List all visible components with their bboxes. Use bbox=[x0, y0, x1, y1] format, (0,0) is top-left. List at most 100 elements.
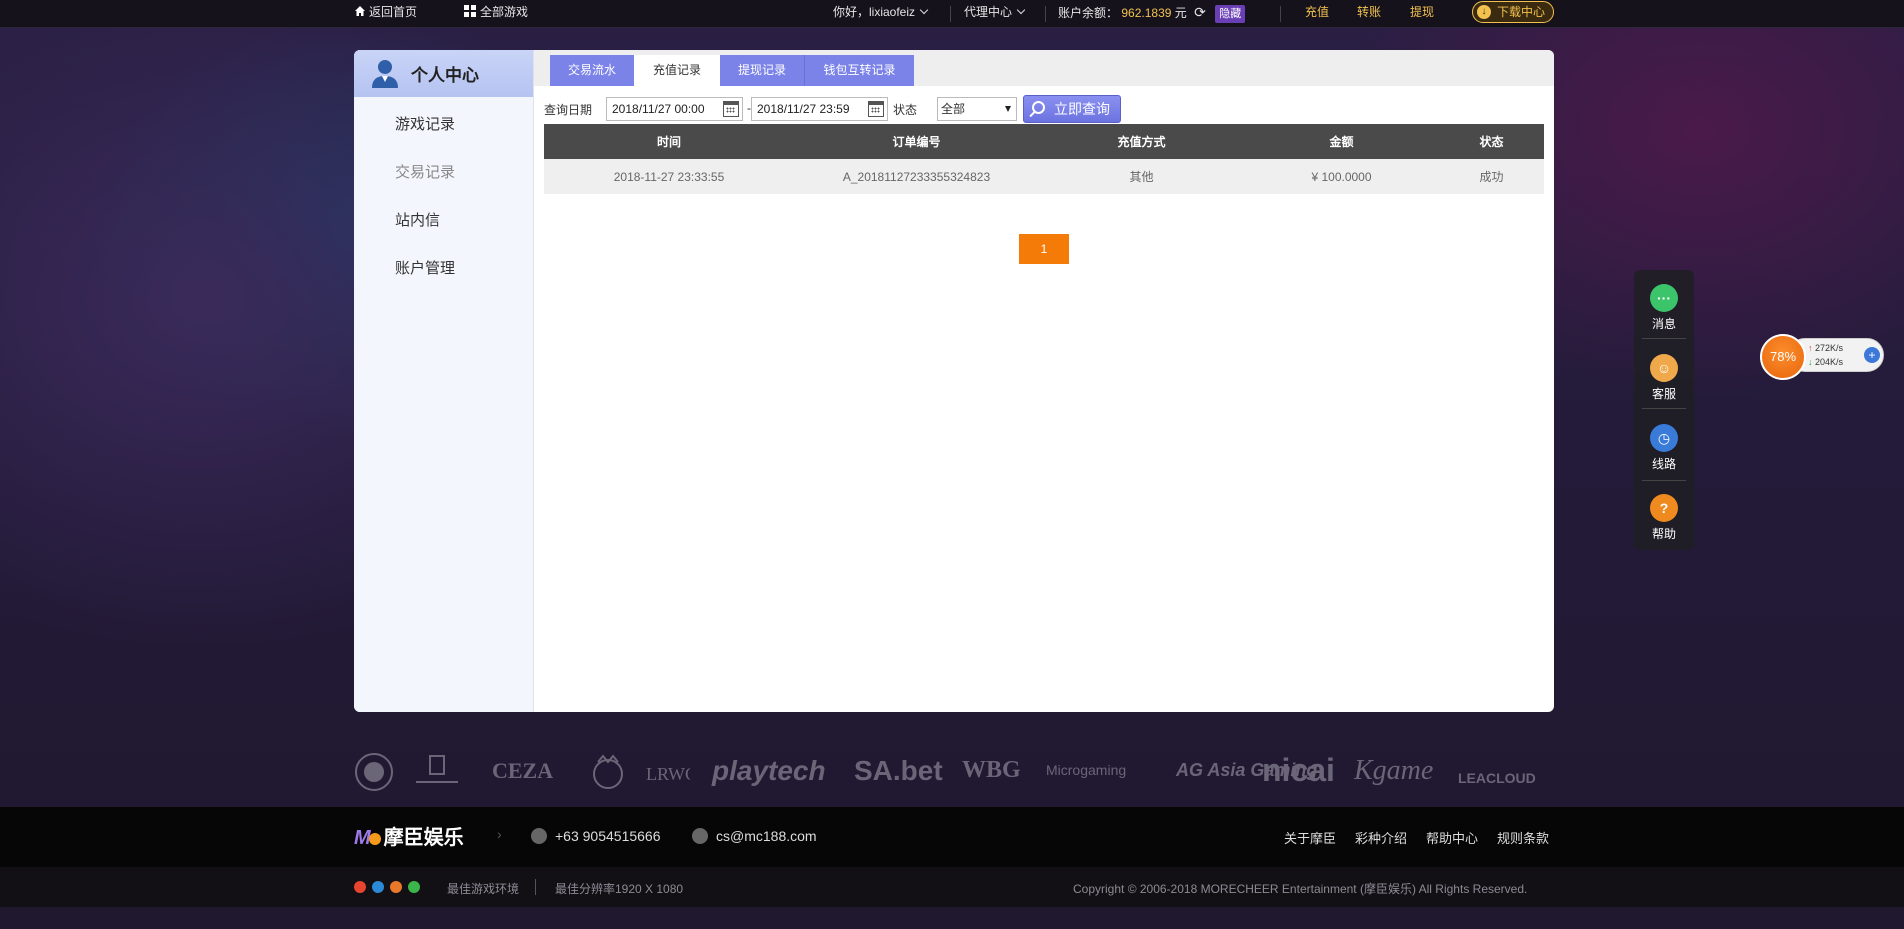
balance-unit: 元 bbox=[1174, 6, 1187, 20]
chrome-icon bbox=[354, 881, 366, 893]
best-resolution-text: 最佳分辨率1920 X 1080 bbox=[555, 882, 684, 896]
phone-number: +63 9054515666 bbox=[555, 828, 661, 844]
network-speed-widget[interactable]: 78% ↑ 272K/s ↓ 204K/s + bbox=[1760, 334, 1884, 380]
balance-value: 962.1839 bbox=[1121, 6, 1172, 20]
table-header-row: 时间 订单编号 充值方式 金额 状态 bbox=[544, 124, 1544, 159]
brand-dot-icon bbox=[368, 833, 381, 845]
chevron-down-icon bbox=[919, 5, 929, 15]
browser-icons bbox=[354, 880, 426, 894]
footer-phone: +63 9054515666 bbox=[531, 828, 661, 844]
home-icon bbox=[355, 6, 365, 16]
divider bbox=[950, 6, 951, 22]
download-speed-value: 204K/s bbox=[1815, 357, 1844, 367]
ie-icon bbox=[372, 881, 384, 893]
tab-bar: 交易流水 充值记录 提现记录 钱包互转记录 bbox=[534, 50, 1554, 86]
divider bbox=[1280, 6, 1281, 22]
cell-time: 2018-11-27 23:33:55 bbox=[544, 159, 794, 194]
tab-transaction-flow[interactable]: 交易流水 bbox=[550, 55, 634, 86]
filter-bar: 查询日期 2018/11/27 00:00 - 2018/11/27 23:59… bbox=[534, 94, 1554, 124]
footer-link-lottery[interactable]: 彩种介绍 bbox=[1355, 828, 1407, 847]
footer-email: cs@mc188.com bbox=[692, 828, 817, 844]
all-games-link[interactable]: 全部游戏 bbox=[464, 0, 528, 28]
float-item-support[interactable]: ☺ 客服 bbox=[1634, 354, 1694, 402]
home-label: 返回首页 bbox=[369, 5, 418, 19]
support-agent-icon: ☺ bbox=[1650, 354, 1678, 382]
cell-status: 成功 bbox=[1439, 159, 1544, 194]
calendar-icon[interactable] bbox=[723, 101, 739, 117]
float-item-help[interactable]: ? 帮助 bbox=[1634, 494, 1694, 542]
float-label-support: 客服 bbox=[1651, 387, 1676, 401]
lrwc-logo-icon: LRWC bbox=[646, 764, 690, 784]
plus-icon[interactable]: + bbox=[1864, 347, 1880, 363]
tab-recharge-records[interactable]: 充值记录 bbox=[634, 55, 720, 86]
hide-balance-button[interactable]: 隐藏 bbox=[1215, 5, 1246, 23]
user-avatar-icon bbox=[372, 60, 398, 88]
royal-crest-logo-icon bbox=[593, 754, 623, 789]
column-header-method: 充值方式 bbox=[1039, 124, 1244, 159]
copyright-text: Copyright © 2006-2018 MORECHEER Entertai… bbox=[1073, 882, 1528, 896]
balance-label: 账户余额： bbox=[1058, 6, 1119, 20]
float-item-routes[interactable]: ◷ 线路 bbox=[1634, 424, 1694, 472]
content-area: 交易流水 充值记录 提现记录 钱包互转记录 查询日期 2018/11/27 00… bbox=[534, 50, 1554, 712]
footer-link-help[interactable]: 帮助中心 bbox=[1426, 828, 1478, 847]
float-item-messages[interactable]: ··· 消息 bbox=[1634, 284, 1694, 332]
query-button-label: 立即查询 bbox=[1054, 101, 1110, 117]
status-select-value: 全部 bbox=[941, 102, 966, 116]
brand-name: 摩臣娱乐 bbox=[383, 827, 464, 849]
partner-logo-ceza: CEZA bbox=[492, 758, 554, 783]
download-label: 下载中心 bbox=[1497, 5, 1546, 19]
user-menu[interactable]: 你好，lixiaofeiz bbox=[833, 0, 929, 28]
status-label: 状态 bbox=[893, 103, 918, 117]
floating-toolbar: ··· 消息 ☺ 客服 ◷ 线路 ? 帮助 bbox=[1634, 270, 1694, 550]
partner-logo-playtech: playtech bbox=[712, 755, 826, 786]
download-center-button[interactable]: ↓ 下载中心 bbox=[1472, 1, 1554, 23]
recharge-link[interactable]: 充值 bbox=[1305, 0, 1329, 28]
end-date-value: 2018/11/27 23:59 bbox=[757, 102, 850, 116]
greeting-text: 你好，lixiaofeiz bbox=[833, 5, 916, 19]
crest-logo-icon bbox=[416, 755, 458, 783]
mail-icon bbox=[692, 828, 708, 844]
chevron-down-icon bbox=[1016, 5, 1026, 15]
sidebar-item-messages[interactable]: 站内信 bbox=[395, 209, 440, 230]
seal-logo-icon bbox=[355, 753, 393, 791]
withdraw-link[interactable]: 提现 bbox=[1410, 0, 1434, 28]
divider bbox=[1045, 6, 1046, 22]
float-label-help: 帮助 bbox=[1651, 527, 1676, 541]
query-button[interactable]: 立即查询 bbox=[1023, 95, 1121, 123]
tab-wallet-transfer-records[interactable]: 钱包互转记录 bbox=[804, 55, 914, 86]
calendar-icon[interactable] bbox=[868, 101, 884, 117]
footer-link-about[interactable]: 关于摩臣 bbox=[1284, 828, 1336, 847]
speed-percent: 78% bbox=[1760, 334, 1806, 380]
partner-logo-microgaming: Microgaming bbox=[1046, 762, 1127, 778]
sidebar: 个人中心 游戏记录 交易记录 站内信 账户管理 bbox=[354, 50, 534, 712]
divider bbox=[1642, 338, 1686, 339]
sidebar-header: 个人中心 bbox=[354, 50, 533, 97]
start-date-input[interactable]: 2018/11/27 00:00 bbox=[606, 97, 743, 121]
refresh-icon[interactable]: ⟳ bbox=[1194, 0, 1206, 25]
chat-icon: ··· bbox=[1650, 284, 1678, 312]
table-row: 2018-11-27 23:33:55 A_201811272333553248… bbox=[544, 159, 1544, 194]
main-panel: 个人中心 游戏记录 交易记录 站内信 账户管理 交易流水 充值记录 提现记录 钱… bbox=[354, 50, 1554, 712]
sidebar-item-game-records[interactable]: 游戏记录 bbox=[395, 113, 455, 134]
transfer-link[interactable]: 转账 bbox=[1357, 0, 1381, 28]
cell-method: 其他 bbox=[1039, 159, 1244, 194]
float-label-messages: 消息 bbox=[1651, 317, 1676, 331]
status-select[interactable]: 全部 bbox=[937, 97, 1017, 121]
sidebar-item-account[interactable]: 账户管理 bbox=[395, 257, 455, 278]
sidebar-item-transaction-records[interactable]: 交易记录 bbox=[395, 161, 455, 182]
search-icon bbox=[1032, 101, 1045, 114]
brand-separator-icon: › bbox=[497, 826, 502, 842]
home-link[interactable]: 返回首页 bbox=[354, 0, 417, 28]
divider bbox=[535, 879, 536, 895]
partner-logo-kgame: Kgame bbox=[1354, 755, 1434, 786]
tab-withdraw-records[interactable]: 提现记录 bbox=[720, 55, 804, 86]
agent-center-menu[interactable]: 代理中心 bbox=[964, 0, 1026, 28]
divider bbox=[1642, 408, 1686, 409]
column-header-time: 时间 bbox=[544, 124, 794, 159]
footer-link-rules[interactable]: 规则条款 bbox=[1497, 828, 1549, 847]
end-date-input[interactable]: 2018/11/27 23:59 bbox=[751, 97, 888, 121]
page-button-current[interactable]: 1 bbox=[1019, 234, 1069, 264]
records-table: 时间 订单编号 充值方式 金额 状态 2018-11-27 23:33:55 A… bbox=[544, 124, 1544, 194]
partner-logos: CEZA LRWC playtech SA.bet WBG Microgamin… bbox=[354, 748, 1554, 793]
phone-icon bbox=[531, 828, 547, 844]
